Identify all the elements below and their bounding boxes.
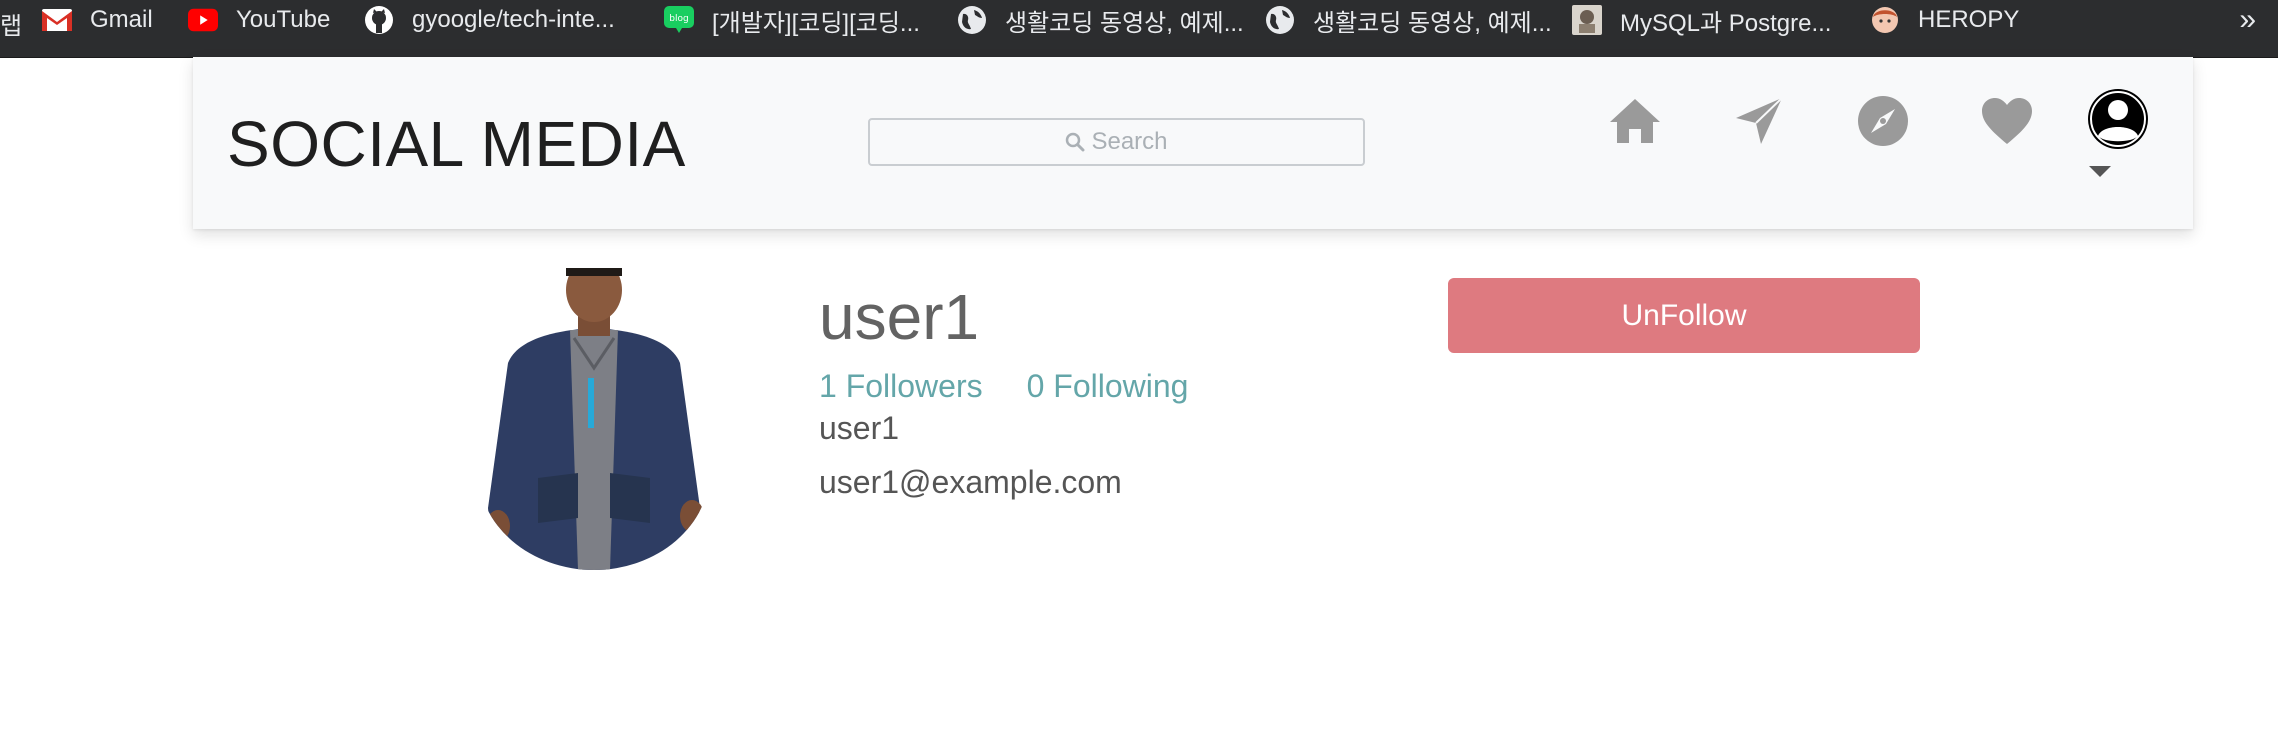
bookmark-label: YouTube — [236, 6, 331, 33]
site-thumbnail-icon — [1572, 5, 1602, 35]
bookmarks-more-button[interactable]: » — [2239, 3, 2256, 37]
bookmark-mysql[interactable]: MySQL과 Postgre... — [1572, 0, 1831, 40]
following-link[interactable]: 0 Following — [1027, 368, 1189, 404]
home-icon[interactable] — [1605, 91, 1665, 151]
bookmark-gmail[interactable]: Gmail — [42, 0, 153, 40]
followers-link[interactable]: 1 Followers — [819, 368, 983, 404]
search-icon — [1065, 132, 1085, 152]
search-input[interactable]: Search — [868, 118, 1365, 166]
youtube-icon — [188, 5, 218, 35]
bookmark-label: Gmail — [90, 6, 153, 33]
globe-icon — [957, 5, 987, 35]
github-icon — [364, 5, 394, 35]
profile-username: user1 — [819, 281, 980, 353]
gmail-icon — [42, 5, 72, 35]
bookmark-youtube[interactable]: YouTube — [188, 0, 330, 40]
bookmark-label: 생활코딩 동영상, 예제... — [1005, 9, 1244, 37]
heart-icon[interactable] — [1977, 91, 2037, 151]
send-icon[interactable] — [1729, 91, 1789, 151]
bookmark-label: HEROPY — [1918, 6, 2020, 33]
profile-email: user1@example.com — [819, 464, 1122, 500]
bookmark-github[interactable]: gyoogle/tech-inte... — [364, 0, 615, 40]
bookmark-label: 생활코딩 동영상, 예제... — [1313, 9, 1552, 37]
bookmark-heropy[interactable]: HEROPY — [1870, 0, 2019, 40]
profile-name: user1 — [819, 410, 900, 446]
profile-stats: 1 Followers 0 Following — [819, 368, 1232, 405]
avatar — [478, 268, 710, 570]
bookmark-label: gyoogle/tech-inte... — [412, 6, 615, 33]
unfollow-button[interactable]: UnFollow — [1448, 278, 1920, 353]
bookmark-label: MySQL과 Postgre... — [1620, 9, 1832, 37]
profile-dropdown-caret-icon[interactable] — [2089, 166, 2111, 177]
explore-icon[interactable] — [1853, 91, 1913, 151]
bookmark-blog[interactable]: blog [개발자][코딩][코딩... — [664, 0, 920, 40]
bookmark-opentutorials-2[interactable]: 생활코딩 동영상, 예제... — [1265, 0, 1552, 40]
bookmark-opentutorials-1[interactable]: 생활코딩 동영상, 예제... — [957, 0, 1244, 40]
brand-title[interactable]: SOCIAL MEDIA — [227, 107, 686, 181]
svg-text:blog: blog — [669, 14, 688, 24]
search-placeholder: Search — [1091, 128, 1168, 155]
globe-icon — [1265, 5, 1295, 35]
blog-icon: blog — [664, 5, 694, 35]
bookmark-cut-label[interactable]: 랩 — [0, 6, 22, 41]
heropy-icon — [1870, 5, 1900, 35]
navbar: SOCIAL MEDIA Search — [193, 57, 2193, 229]
bookmark-label: [개발자][코딩][코딩... — [712, 9, 920, 37]
bookmarks-bar: 랩 Gmail YouTube gyoogle/tech-inte... blo… — [0, 0, 2278, 58]
profile-icon[interactable] — [2086, 87, 2150, 151]
